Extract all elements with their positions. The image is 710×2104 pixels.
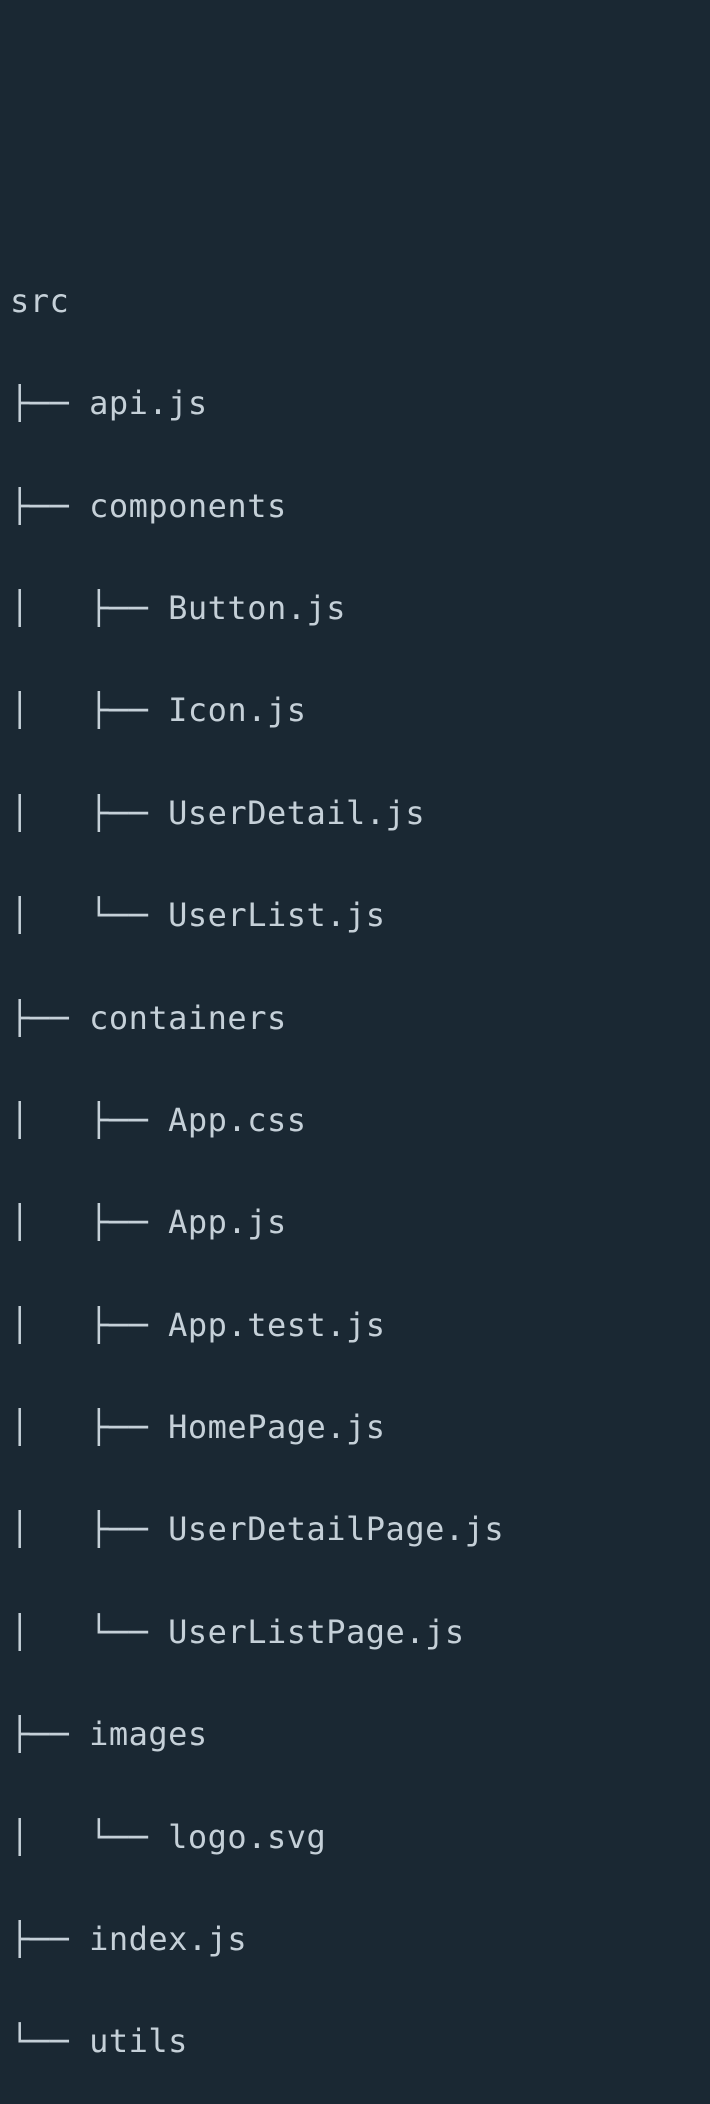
tree-file: │ ├── App.test.js xyxy=(10,1300,700,1351)
tree-file: │ ├── Button.js xyxy=(10,583,700,634)
tree-folder: ├── images xyxy=(10,1709,700,1760)
tree-file: │ └── logo.svg xyxy=(10,1812,700,1863)
tree-file: ├── index.js xyxy=(10,1914,700,1965)
tree-file: │ └── UserListPage.js xyxy=(10,1607,700,1658)
tree-file: │ ├── Icon.js xyxy=(10,685,700,736)
tree-file: │ ├── UserDetail.js xyxy=(10,788,700,839)
tree-root: src xyxy=(10,276,700,327)
tree-file: │ ├── App.js xyxy=(10,1197,700,1248)
tree-folder: └── utils xyxy=(10,2016,700,2067)
tree-file: │ ├── HomePage.js xyxy=(10,1402,700,1453)
tree-file: ├── api.js xyxy=(10,378,700,429)
tree-file: │ ├── UserDetailPage.js xyxy=(10,1504,700,1555)
tree-folder: ├── containers xyxy=(10,993,700,1044)
file-tree: src ├── api.js ├── components │ ├── Butt… xyxy=(10,225,700,2104)
tree-file: │ └── UserList.js xyxy=(10,890,700,941)
tree-folder: ├── components xyxy=(10,481,700,532)
tree-file: │ ├── App.css xyxy=(10,1095,700,1146)
